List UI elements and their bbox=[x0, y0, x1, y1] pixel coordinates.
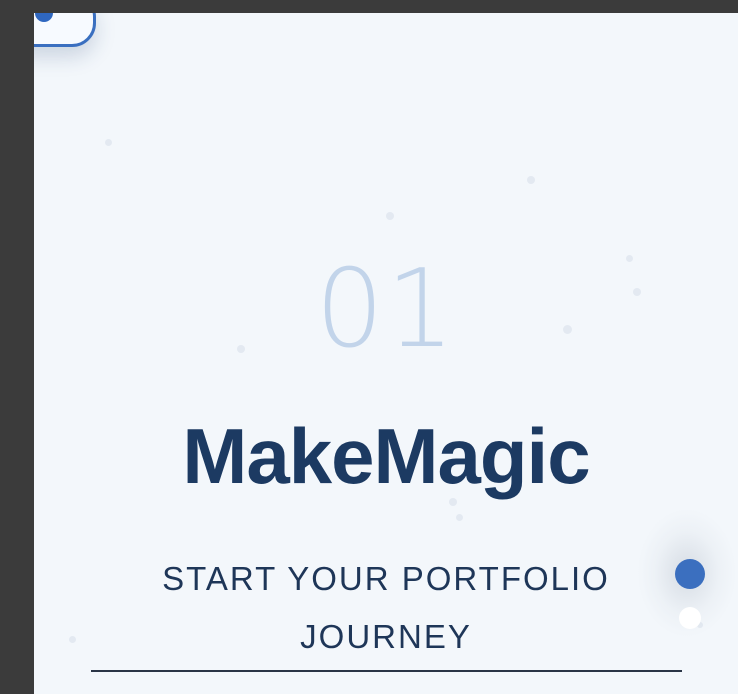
particle-dot bbox=[386, 212, 394, 220]
particle-dot bbox=[527, 176, 535, 184]
hero-section: 01 MakeMagic START YOUR PORTFOLIO JOURNE… bbox=[34, 13, 738, 694]
window-left-edge bbox=[0, 0, 34, 694]
tagline: START YOUR PORTFOLIO JOURNEY bbox=[34, 550, 738, 666]
brand-title: MakeMagic bbox=[182, 412, 590, 500]
nav-dot-2[interactable] bbox=[679, 607, 701, 629]
tagline-line-2: JOURNEY bbox=[300, 618, 472, 655]
tagline-line-1: START YOUR PORTFOLIO bbox=[162, 560, 610, 597]
divider-line bbox=[91, 670, 682, 672]
nav-dot-1[interactable] bbox=[675, 559, 705, 589]
theme-toggle-switch[interactable] bbox=[34, 13, 96, 47]
step-number: 01 bbox=[315, 247, 457, 372]
window-top-edge bbox=[0, 0, 738, 13]
app-window: 01 MakeMagic START YOUR PORTFOLIO JOURNE… bbox=[0, 0, 738, 694]
particle-dot bbox=[456, 514, 463, 521]
particle-dot bbox=[105, 139, 112, 146]
toggle-switch-icon bbox=[35, 13, 53, 22]
